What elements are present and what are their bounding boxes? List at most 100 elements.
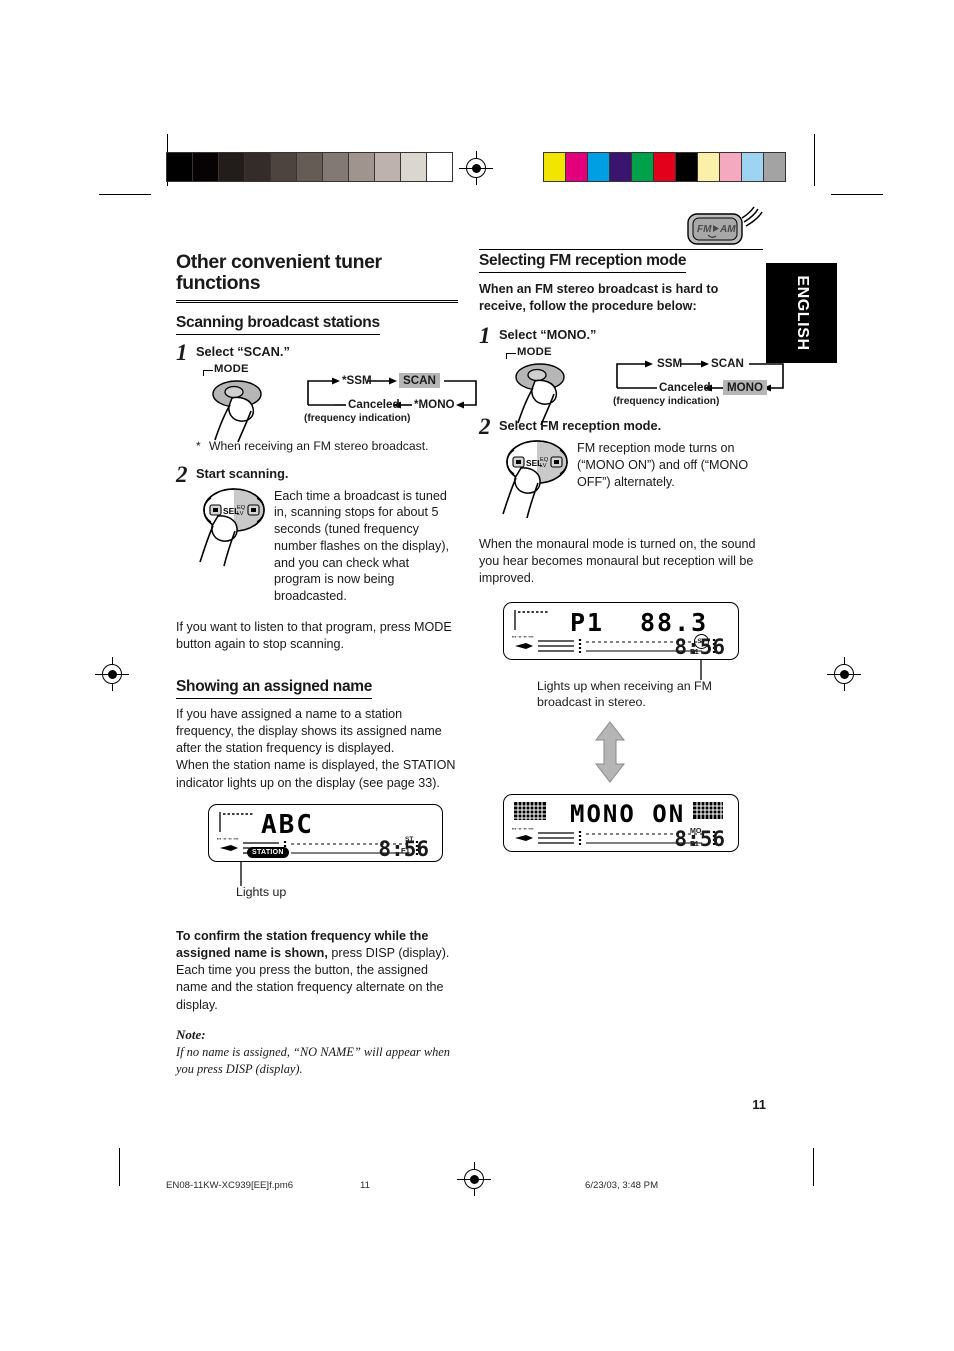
monaural-note: When the monaural mode is turned on, the… [479, 537, 756, 586]
color-swatch-9 [741, 152, 764, 182]
section-heading-fm-reception: Selecting FM reception mode [479, 252, 687, 273]
footer-page: 11 [360, 1180, 370, 1191]
scanning-closing-text: If you want to listen to that program, p… [176, 619, 452, 651]
mode-cycle-item-ssm: SSM [657, 357, 683, 371]
mode-cycle-item-scan: SCAN [399, 372, 440, 388]
color-swatch-3 [609, 152, 632, 182]
svg-text:FM: FM [697, 224, 712, 235]
step-number: 2 [176, 461, 188, 487]
mode-knob-graphic [212, 379, 262, 442]
sel-knob-illustration: SEL EQ LV [499, 436, 577, 520]
mode-cycle-item-ssm: *SSM [342, 373, 372, 387]
lcd-preset-text: P1 [570, 607, 605, 637]
crop-mark-left-h-top [99, 194, 151, 196]
footer-timestamp: 6/23/03, 3:48 PM [585, 1180, 659, 1191]
fm-am-graphic: FM AM [687, 206, 763, 245]
left-column: Other convenient tuner functions Scannin… [176, 251, 477, 1077]
grayscale-swatch-3 [244, 152, 271, 182]
color-swatch-1 [565, 152, 588, 182]
step-number: 1 [479, 323, 491, 349]
svg-text:▪▪▪ ·▪▪ ·▪▪ ·▪▪▪: ▪▪▪ ·▪▪ ·▪▪ ·▪▪▪ [512, 634, 534, 639]
right-column: Selecting FM reception mode When an FM s… [479, 252, 784, 853]
registration-mark-bottom [457, 1162, 491, 1196]
grayscale-swatch-10 [426, 152, 453, 182]
lcd-main-text: MONO ON [570, 800, 686, 829]
registration-mark-right [827, 657, 861, 691]
step-1-scanning: 1 Select “SCAN.” MODE *SSM SCAN *MONO Ca… [176, 339, 477, 453]
language-tab-label: ENGLISH [793, 275, 811, 351]
mode-cycle-item-mono: *MONO [414, 397, 455, 411]
crop-mark-right-h-top [831, 194, 883, 196]
lcd-station-indicator: STATION [247, 846, 289, 858]
step-1-fm-mode: 1 Select “MONO.” MODE SSM SCAN MONO Canc… [479, 323, 784, 426]
grayscale-swatch-8 [374, 152, 401, 182]
color-swatch-6 [675, 152, 698, 182]
lcd-frequency-text: 88.3 [640, 607, 709, 637]
grayscale-swatch-7 [348, 152, 375, 182]
sel-knob-graphic: SEL EQ LV [502, 440, 568, 519]
mode-button-label: MODE [506, 346, 552, 360]
mode-button-label: MODE [203, 362, 249, 376]
note-heading: Note: [176, 1026, 206, 1042]
mode-knob-graphic [515, 363, 565, 426]
fm-reception-intro: When an FM stereo broadcast is hard to r… [479, 282, 719, 314]
crop-mark-bottom-left-v [119, 1148, 121, 1186]
mode-cycle-frequency-note: (frequency indication) [613, 396, 720, 408]
lcd-clock: 8:56 [674, 634, 725, 659]
svg-text:▪▪▪ ·▪▪ ·▪▪ ·▪▪▪: ▪▪▪ ·▪▪ ·▪▪ ·▪▪▪ [217, 836, 239, 841]
color-swatch-4 [631, 152, 654, 182]
grayscale-swatch-0 [166, 152, 193, 182]
lcd-display-mono-on: ▪▪▪ ·▪▪ ·▪▪ ·▪▪▪ MONO ON MO F1 8:56 [503, 794, 739, 853]
mode-button-illustration: MODE [499, 346, 784, 426]
svg-text:LV: LV [540, 463, 547, 469]
registration-mark-top [459, 151, 493, 185]
level-meter-icon-right [693, 802, 723, 820]
grayscale-swatch-2 [218, 152, 245, 182]
alternate-arrow-icon [594, 721, 626, 784]
step-heading: Select “SCAN.” [196, 343, 290, 359]
step-2-scanning: 2 Start scanning. SEL EQ LV Each time a … [176, 461, 458, 605]
crop-mark-top-right-v [814, 134, 816, 186]
svg-text:LV: LV [237, 511, 244, 517]
mode-button-illustration: MODE [196, 362, 477, 442]
mode-cycle-item-canceled: Canceled [348, 397, 400, 411]
mode-cycle-frequency-note: (frequency indication) [304, 412, 411, 424]
step-number: 2 [479, 414, 491, 440]
svg-text:▪▪▪ ·▪▪ ·▪▪ ·▪▪▪: ▪▪▪ ·▪▪ ·▪▪ ·▪▪▪ [512, 826, 534, 831]
step-2-body-text: Each time a broadcast is tuned in, scann… [274, 488, 450, 604]
color-swatch-10 [763, 152, 786, 182]
grayscale-calibration-bar [166, 152, 453, 182]
confirm-frequency-paragraph: To confirm the station frequency while t… [176, 928, 458, 1014]
lcd-main-text: ABC [261, 809, 314, 840]
lcd-display-assigned-name: ▪▪▪ ·▪▪ ·▪▪ ·▪▪▪ ABC ST F1 STATION 8:56 [208, 803, 443, 862]
assigned-name-intro: If you have assigned a name to a station… [176, 707, 456, 790]
step-2-fm-mode: 2 Select FM reception mode. SEL EQ LV FM… [479, 414, 763, 520]
mode-cycle-item-scan: SCAN [711, 357, 744, 371]
step-heading: Select “MONO.” [499, 327, 597, 343]
footnote-marker: * [196, 438, 201, 453]
page-number: 11 [752, 1097, 766, 1112]
grayscale-swatch-1 [192, 152, 219, 182]
color-calibration-bar [543, 152, 786, 182]
disc-icon [515, 835, 533, 842]
manual-page: ENGLISH Other convenient tuner functions… [0, 0, 954, 1351]
disc-icon [220, 844, 238, 851]
svg-text:AM: AM [719, 224, 736, 235]
sel-knob-graphic: SEL EQ LV [199, 487, 265, 566]
footer-filename: EN08-11KW-XC939[EE]f.pm6 [166, 1180, 294, 1191]
right-column-top-rule [479, 249, 763, 251]
lcd-display-preset-frequency: ▪▪▪ ·▪▪ ·▪▪ ·▪▪▪ P1 88.3 ST F1 8:56 [503, 601, 739, 660]
crop-mark-bottom-right-v [813, 1148, 815, 1186]
color-swatch-8 [719, 152, 742, 182]
note-body: If no name is assigned, “NO NAME” will a… [176, 1044, 450, 1076]
section-heading-assigned-name: Showing an assigned name [176, 678, 372, 700]
page-title: Other convenient tuner functions [176, 251, 458, 303]
disc-icon [515, 642, 533, 649]
section-heading-scanning: Scanning broadcast stations [176, 314, 380, 335]
lights-up-callout: Lights up [236, 884, 287, 899]
color-swatch-7 [697, 152, 720, 182]
sel-knob-illustration: SEL EQ LV [196, 484, 274, 568]
grayscale-swatch-4 [270, 152, 297, 182]
step-number: 1 [176, 339, 188, 365]
color-swatch-0 [543, 152, 566, 182]
